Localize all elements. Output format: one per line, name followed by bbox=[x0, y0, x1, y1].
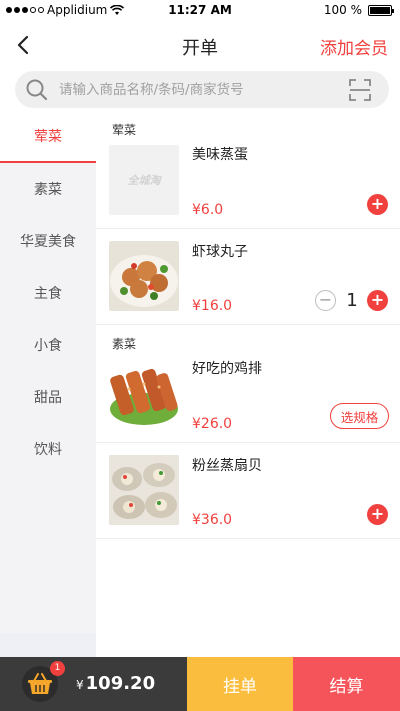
product-image bbox=[109, 359, 179, 429]
product-image-placeholder: 全城淘 bbox=[109, 145, 179, 215]
scan-icon[interactable] bbox=[349, 79, 371, 101]
sidebar-item-drinks[interactable]: 饮料 bbox=[0, 423, 96, 475]
decrease-button[interactable]: − bbox=[315, 290, 336, 311]
add-button[interactable]: + bbox=[367, 194, 388, 215]
select-spec-button[interactable]: 选规格 bbox=[330, 403, 389, 429]
shrimp-balls-image bbox=[109, 241, 179, 311]
sidebar-item-chinese-food[interactable]: 华夏美食 bbox=[0, 215, 96, 267]
add-button[interactable]: + bbox=[367, 290, 388, 311]
battery-fill bbox=[370, 6, 390, 14]
product-price: ¥16.0 bbox=[192, 298, 233, 314]
product-image bbox=[109, 455, 179, 525]
product-name: 美味蒸蛋 bbox=[192, 147, 248, 163]
hold-order-button[interactable]: 挂单 bbox=[187, 657, 293, 711]
product-list: 荤菜 全城淘 美味蒸蛋 ¥6.0 + 虾球丸子 ¥16.0 − 1 + 素菜 好… bbox=[96, 111, 400, 657]
product-name: 粉丝蒸扇贝 bbox=[192, 458, 262, 474]
chicken-cutlet-image bbox=[109, 359, 179, 429]
battery-icon bbox=[368, 4, 394, 16]
search-input[interactable] bbox=[59, 71, 339, 108]
total-amount: 109.20 bbox=[85, 673, 156, 694]
battery-info: 100 % bbox=[323, 3, 394, 17]
nav-bar: 开单 添加会员 bbox=[0, 20, 400, 70]
product-price: ¥36.0 bbox=[192, 512, 233, 528]
basket-icon bbox=[28, 673, 52, 694]
currency-symbol: ¥ bbox=[76, 678, 84, 692]
product-name: 好吃的鸡排 bbox=[192, 361, 262, 377]
sidebar-filler bbox=[0, 633, 96, 657]
product-name: 虾球丸子 bbox=[192, 244, 248, 260]
add-button[interactable]: + bbox=[367, 504, 388, 525]
search-bar bbox=[15, 71, 389, 108]
status-bar: Applidium 11:27 AM 100 % bbox=[0, 0, 400, 20]
bottom-bar: 1 ¥109.20 挂单 结算 bbox=[0, 657, 400, 711]
checkout-button[interactable]: 结算 bbox=[293, 657, 400, 711]
sidebar-item-veg[interactable]: 素菜 bbox=[0, 163, 96, 215]
sidebar-item-snacks[interactable]: 小食 bbox=[0, 319, 96, 371]
list-item[interactable]: 好吃的鸡排 ¥26.0 选规格 bbox=[96, 325, 400, 443]
sidebar-item-meat[interactable]: 荤菜 bbox=[0, 111, 96, 163]
product-image bbox=[109, 241, 179, 311]
list-item[interactable]: 粉丝蒸扇贝 ¥36.0 + bbox=[96, 443, 400, 539]
cart-total: ¥109.20 bbox=[76, 673, 155, 694]
cart-area[interactable]: 1 ¥109.20 bbox=[0, 657, 187, 711]
product-price: ¥6.0 bbox=[192, 202, 224, 218]
cart-count-badge: 1 bbox=[50, 661, 65, 676]
category-sidebar: 荤菜 素菜 华夏美食 主食 小食 甜品 饮料 bbox=[0, 111, 96, 657]
sidebar-item-dessert[interactable]: 甜品 bbox=[0, 371, 96, 423]
add-member-button[interactable]: 添加会员 bbox=[320, 34, 388, 59]
battery-text: 100 % bbox=[323, 3, 362, 17]
placeholder-logo: 全城淘 bbox=[127, 174, 161, 187]
list-item[interactable]: 全城淘 美味蒸蛋 ¥6.0 + bbox=[96, 111, 400, 229]
scallop-image bbox=[109, 455, 179, 525]
search-icon bbox=[26, 79, 48, 101]
product-price: ¥26.0 bbox=[192, 416, 233, 432]
list-item[interactable]: 虾球丸子 ¥16.0 − 1 + bbox=[96, 229, 400, 325]
quantity-value: 1 bbox=[346, 290, 358, 311]
sidebar-item-staple[interactable]: 主食 bbox=[0, 267, 96, 319]
